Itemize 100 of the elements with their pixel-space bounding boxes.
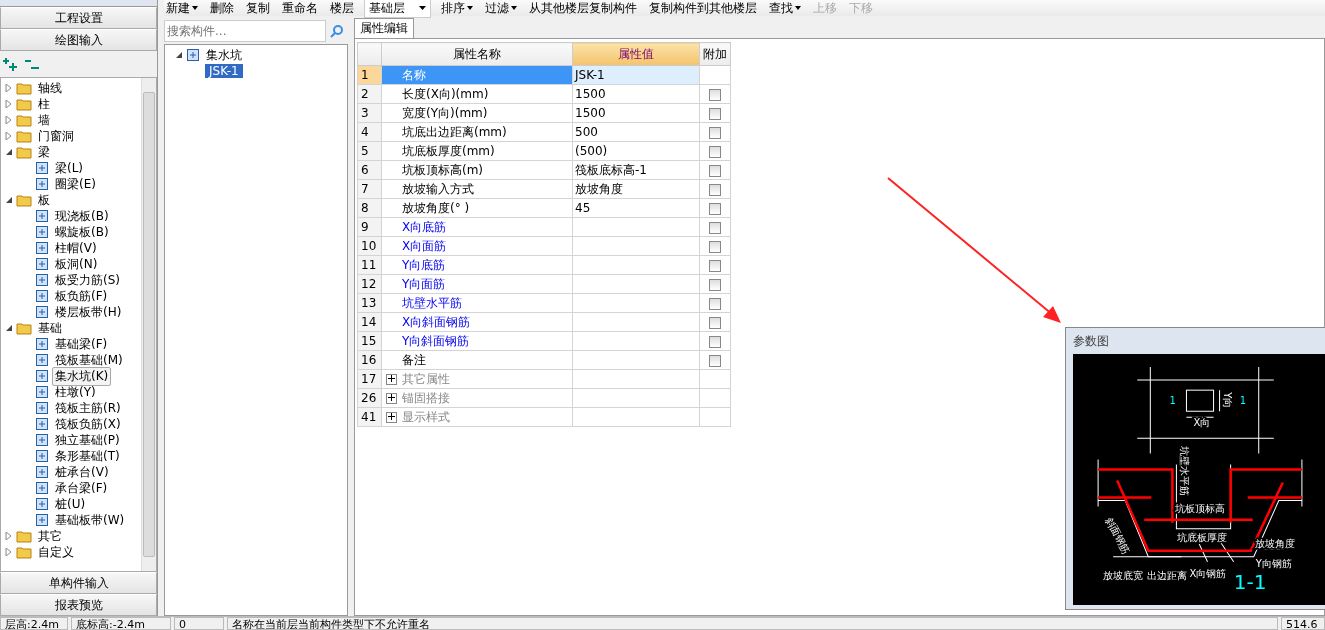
expand-arrow-icon[interactable] <box>5 116 13 124</box>
checkbox[interactable] <box>709 202 721 215</box>
toolbar-button[interactable]: 新建 <box>164 0 200 17</box>
expand-all-icon[interactable] <box>2 57 18 71</box>
diagram-label: X向钢筋 <box>1189 567 1227 579</box>
component-icon <box>35 289 49 303</box>
component-icon <box>35 273 49 287</box>
caret-icon <box>511 6 517 10</box>
diagram-label: 坑壁水平筋 <box>1179 446 1191 497</box>
nav-section-button[interactable]: 绘图输入 <box>0 29 157 51</box>
toolbar-button[interactable]: 从其他楼层复制构件 <box>527 0 639 17</box>
checkbox[interactable] <box>709 259 721 272</box>
toolbar-button[interactable]: 删除 <box>208 0 236 17</box>
component-icon <box>35 449 49 463</box>
toolbar-button[interactable]: 排序 <box>439 0 475 17</box>
toolbar-button[interactable]: 复制构件到其他楼层 <box>647 0 759 17</box>
tree-item[interactable]: 板 <box>35 190 53 210</box>
collapse-arrow-icon[interactable] <box>5 196 13 204</box>
tab[interactable]: 属性编辑 <box>354 18 414 38</box>
checkbox[interactable] <box>709 240 721 253</box>
component-icon <box>186 48 200 62</box>
folder-icon <box>16 97 32 111</box>
checkbox[interactable] <box>709 183 721 196</box>
column-header: 属性名称 <box>381 42 573 66</box>
status-cell: 514.6 <box>1281 617 1325 630</box>
expand-plus-icon[interactable] <box>386 392 397 404</box>
component-icon <box>35 337 49 351</box>
caret-icon <box>419 6 426 10</box>
nav-section-button[interactable]: 单构件输入 <box>0 572 157 594</box>
folder-icon <box>16 113 32 127</box>
corner-cell <box>357 42 382 66</box>
component-icon <box>35 417 49 431</box>
checkbox[interactable] <box>709 107 721 120</box>
floor-dropdown[interactable]: 基础层 <box>364 0 431 18</box>
search-icon[interactable] <box>330 24 344 38</box>
nav-section-button[interactable]: 工程设置 <box>0 7 157 29</box>
open-folder-icon <box>16 145 32 159</box>
collapse-arrow-icon[interactable] <box>5 148 13 156</box>
checkbox[interactable] <box>709 145 721 158</box>
diagram-label: 斜面钢筋 <box>1103 515 1132 556</box>
diagram-label: 1 <box>1239 395 1247 407</box>
checkbox[interactable] <box>709 278 721 291</box>
toolbar-button[interactable]: 查找 <box>767 0 803 17</box>
tree-item[interactable]: 集水坑 <box>203 45 245 65</box>
checkbox[interactable] <box>709 335 721 348</box>
tree-item[interactable]: JSK-1 <box>205 64 243 78</box>
folder-icon <box>16 81 32 95</box>
component-icon <box>35 177 49 191</box>
toolbar-button[interactable]: 过滤 <box>483 0 519 17</box>
checkbox[interactable] <box>709 354 721 367</box>
diagram-label: 1 <box>1169 395 1176 407</box>
checkbox[interactable] <box>709 126 721 139</box>
toolbar-label: 楼层 <box>329 0 355 17</box>
nav-section-button[interactable]: 报表预览 <box>0 594 157 616</box>
expand-plus-icon[interactable] <box>386 411 397 423</box>
toolbar-button[interactable]: 重命名 <box>280 0 320 17</box>
extra-cell <box>699 388 731 408</box>
expand-arrow-icon[interactable] <box>5 548 13 556</box>
open-folder-icon <box>16 321 32 335</box>
component-icon <box>35 401 49 415</box>
diagram-label: 放坡底宽 <box>1103 569 1144 581</box>
search-field[interactable]: 搜索构件... <box>164 20 326 42</box>
toolbar-button[interactable]: 复制 <box>244 0 272 17</box>
extra-cell <box>699 407 731 427</box>
column-header: 属性值 <box>572 42 700 66</box>
component-icon <box>35 513 49 527</box>
folder-icon <box>16 529 32 543</box>
status-cell: 层高:2.4m <box>0 617 68 630</box>
expand-arrow-icon[interactable] <box>5 132 13 140</box>
column-header: 附加 <box>699 42 731 66</box>
tree-item[interactable]: 集水坑(K) <box>52 366 112 386</box>
component-icon <box>35 353 49 367</box>
caret-icon <box>795 6 801 10</box>
expand-arrow-icon[interactable] <box>5 100 13 108</box>
diagram-label: Y向 <box>1221 392 1233 409</box>
collapse-arrow-icon[interactable] <box>5 324 13 332</box>
expand-arrow-icon[interactable] <box>5 532 13 540</box>
component-icon <box>35 161 49 175</box>
component-icon <box>35 481 49 495</box>
diagram-label: X向 <box>1193 417 1211 429</box>
collapse-all-icon[interactable] <box>24 57 40 71</box>
scrollbar[interactable] <box>141 78 156 571</box>
collapse-arrow-icon[interactable] <box>175 51 183 59</box>
expand-plus-icon[interactable] <box>386 373 397 385</box>
checkbox[interactable] <box>709 88 721 101</box>
component-icon <box>35 241 49 255</box>
component-icon <box>35 433 49 447</box>
status-cell: 0 <box>174 617 224 630</box>
open-folder-icon <box>16 193 32 207</box>
diagram-label: Y向钢筋 <box>1255 557 1292 569</box>
checkbox[interactable] <box>709 297 721 310</box>
checkbox[interactable] <box>709 164 721 177</box>
expand-arrow-icon[interactable] <box>5 84 13 92</box>
component-icon <box>35 497 49 511</box>
caret-icon <box>467 6 473 10</box>
checkbox[interactable] <box>709 316 721 329</box>
folder-icon <box>16 545 32 559</box>
component-icon <box>35 257 49 271</box>
checkbox[interactable] <box>709 221 721 234</box>
caret-icon <box>192 6 198 10</box>
